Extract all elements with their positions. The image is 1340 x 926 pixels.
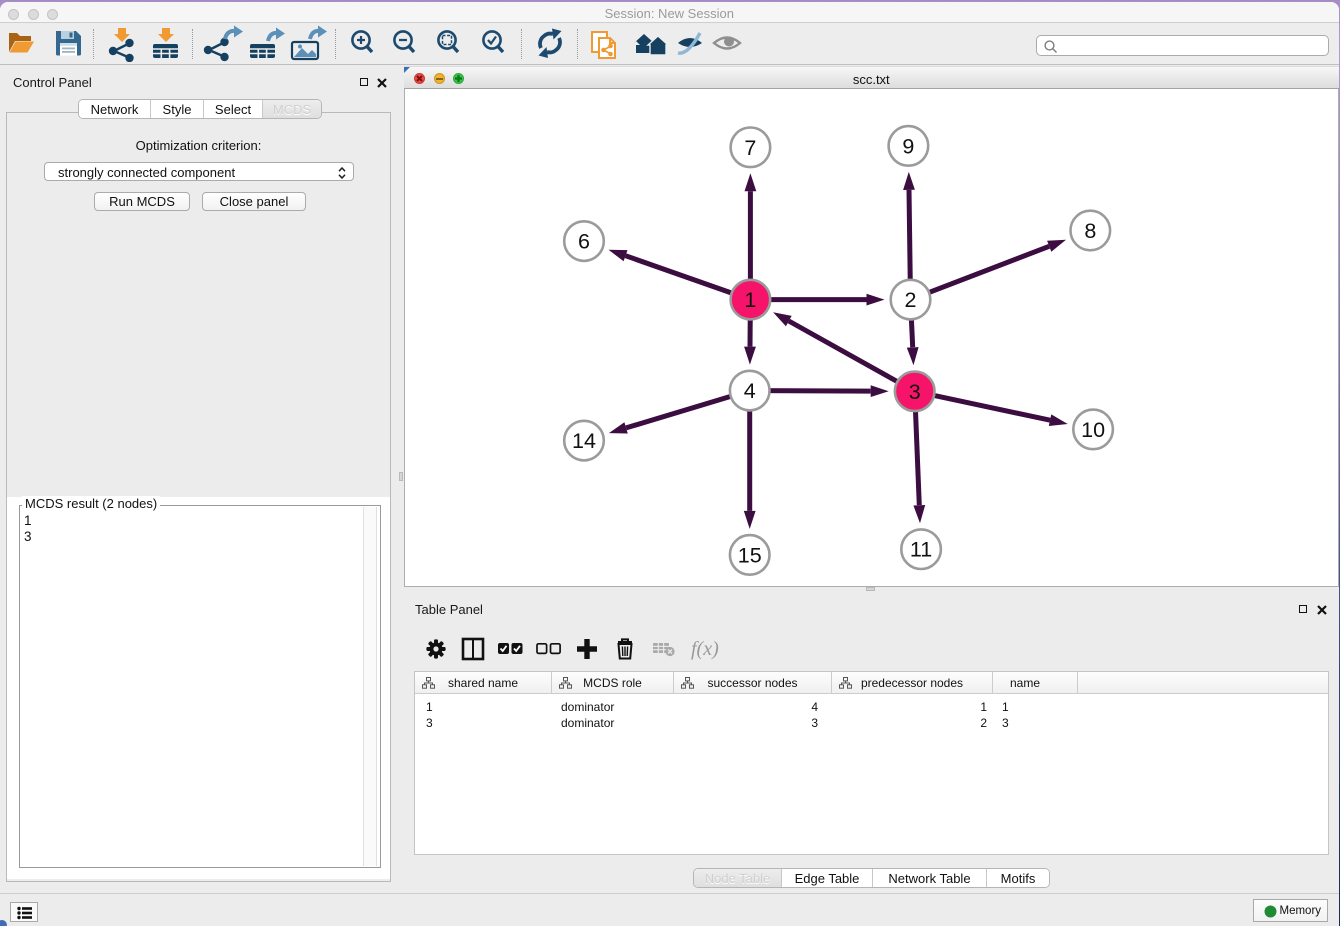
svg-text:11: 11 bbox=[910, 538, 932, 562]
svg-text:7: 7 bbox=[744, 136, 756, 160]
svg-text:10: 10 bbox=[1081, 418, 1105, 442]
svg-text:14: 14 bbox=[572, 429, 596, 453]
svg-text:4: 4 bbox=[744, 379, 756, 403]
svg-text:6: 6 bbox=[578, 230, 590, 254]
svg-text:8: 8 bbox=[1084, 219, 1096, 243]
svg-text:3: 3 bbox=[909, 380, 921, 404]
svg-text:15: 15 bbox=[738, 543, 762, 567]
svg-text:2: 2 bbox=[905, 288, 917, 312]
svg-text:f(x): f(x) bbox=[691, 638, 719, 660]
svg-text:9: 9 bbox=[902, 134, 914, 158]
svg-text:1: 1 bbox=[744, 288, 756, 312]
